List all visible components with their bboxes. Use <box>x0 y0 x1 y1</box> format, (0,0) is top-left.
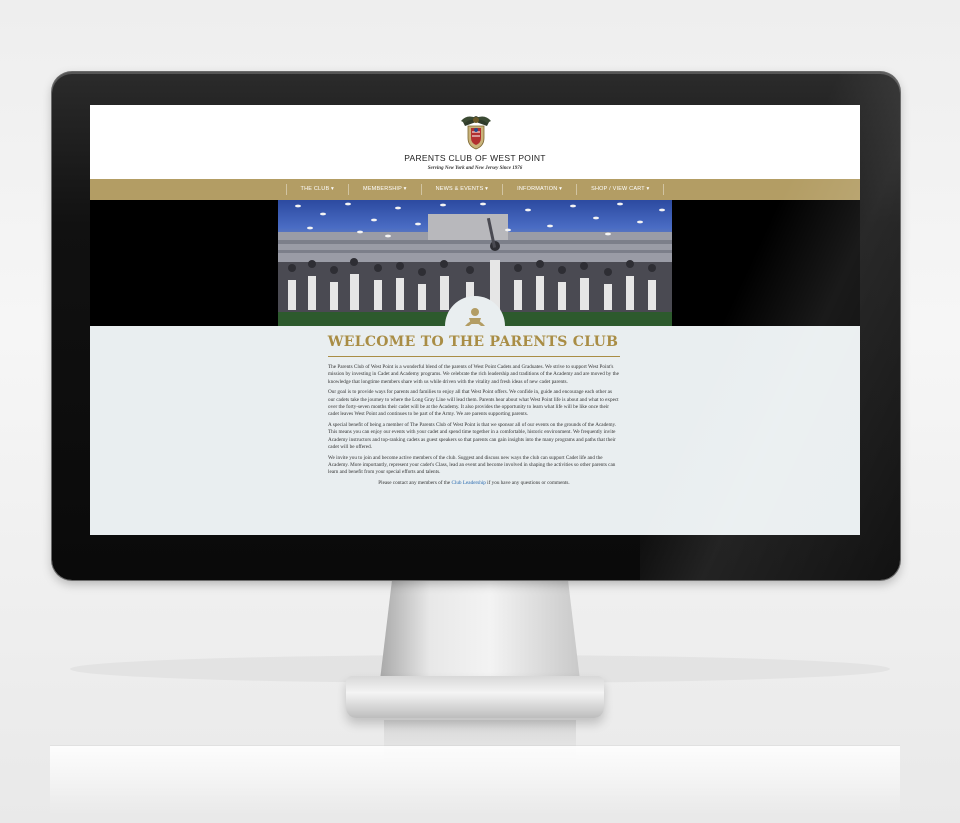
monitor-bezel: PARENTS CLUB OF WEST POINT Serving New Y… <box>52 72 900 580</box>
nav-item-shop-cart[interactable]: SHOP / VIEW CART ▾ <box>577 184 665 195</box>
site-title: PARENTS CLUB OF WEST POINT <box>404 153 546 163</box>
monitor-stand-base <box>346 676 604 718</box>
welcome-paragraph: We invite you to join and become active … <box>328 454 616 476</box>
welcome-body: The Parents Club of West Point is a wond… <box>328 364 620 491</box>
nav-item-the-club[interactable]: THE CLUB ▾ <box>285 184 350 195</box>
site-header: PARENTS CLUB OF WEST POINT Serving New Y… <box>90 105 860 179</box>
main-navigation: THE CLUB ▾ MEMBERSHIP ▾ NEWS & EVENTS ▾ … <box>90 179 860 200</box>
nav-item-membership[interactable]: MEMBERSHIP ▾ <box>349 184 422 195</box>
west-point-crest-icon[interactable] <box>459 112 493 150</box>
site-tagline: Serving New York and New Jersey Since 19… <box>427 166 523 171</box>
hero-banner <box>90 200 860 336</box>
welcome-paragraph: Our goal is to provide ways for parents … <box>328 389 619 418</box>
main-content: WELCOME TO THE PARENTS CLUB The Parents … <box>90 326 860 535</box>
club-leadership-link[interactable]: Club Leadership <box>451 480 485 486</box>
nav-item-information[interactable]: INFORMATION ▾ <box>503 184 578 195</box>
contact-line: Please contact any members of the Club L… <box>328 480 620 487</box>
nav-item-news-events[interactable]: NEWS & EVENTS ▾ <box>422 184 504 195</box>
welcome-paragraph: The Parents Club of West Point is a wond… <box>328 364 619 385</box>
monitor-screen: PARENTS CLUB OF WEST POINT Serving New Y… <box>90 105 860 535</box>
heading-divider <box>328 356 620 357</box>
monitor-stand-neck <box>380 580 580 680</box>
contact-prefix: Please contact any members of the <box>378 480 452 487</box>
welcome-heading: WELCOME TO THE PARENTS CLUB <box>327 334 619 350</box>
welcome-paragraph: A special benefit of being a member of T… <box>328 422 617 450</box>
floor-reflection <box>50 745 900 815</box>
contact-suffix: if you have any questions or comments. <box>485 480 570 487</box>
